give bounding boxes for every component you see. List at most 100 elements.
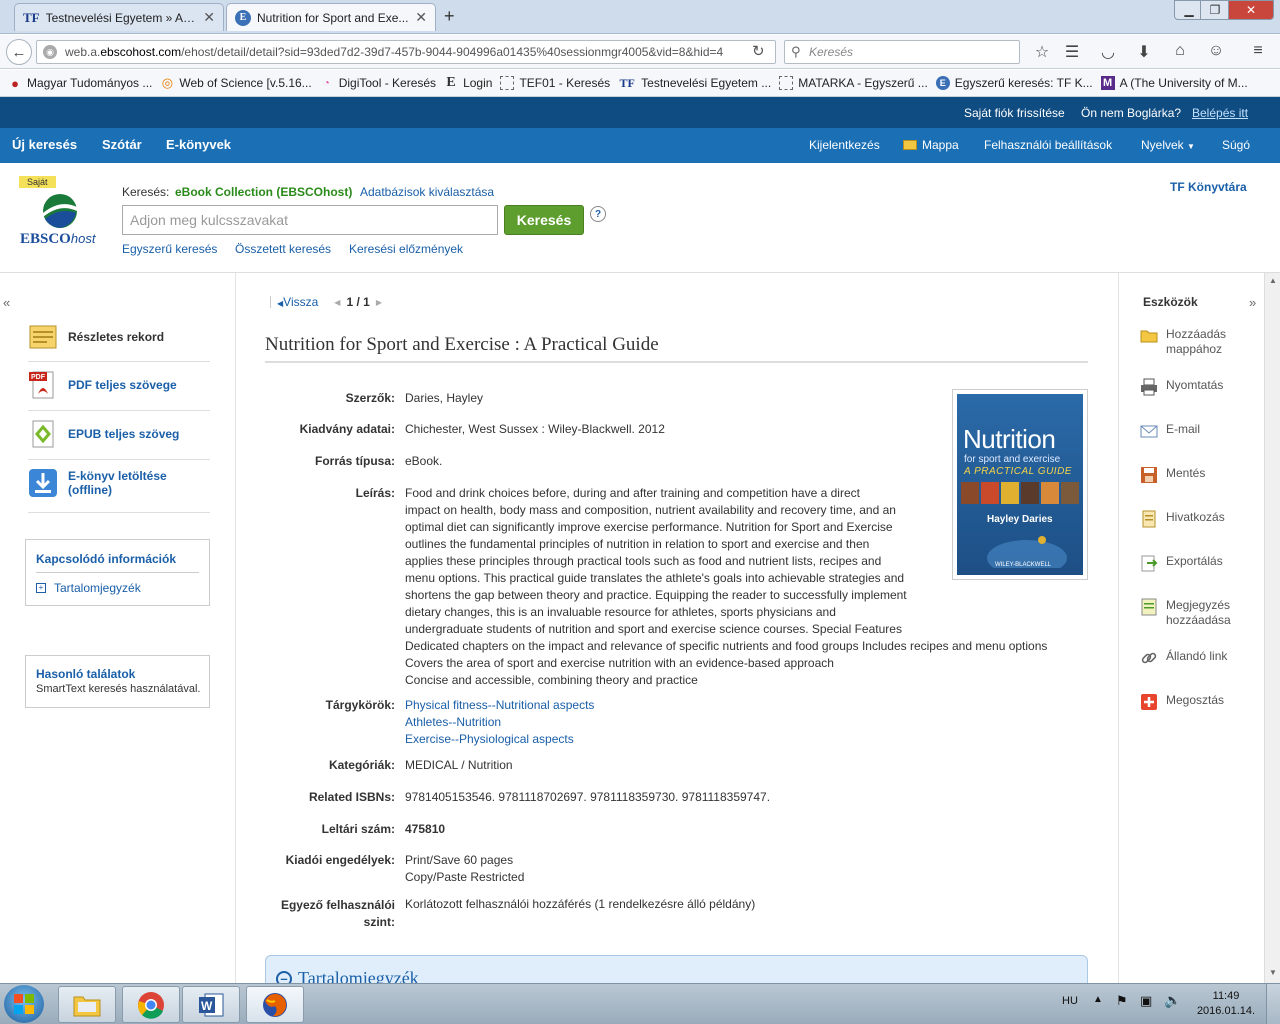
tool-email[interactable]: E-mail (1140, 422, 1270, 440)
bookmark-star-icon[interactable]: ☆ (1032, 42, 1052, 62)
advanced-search-link[interactable]: Összetett keresés (235, 242, 331, 256)
tool-save[interactable]: Mentés (1140, 466, 1270, 484)
scroll-down-icon[interactable]: ▼ (1267, 965, 1279, 981)
subject-link[interactable]: Exercise--Physiological aspects (405, 731, 594, 748)
subjects-label: Tárgykörök: (325, 698, 395, 712)
choose-databases-link[interactable]: Adatbázisok kiválasztása (360, 185, 494, 199)
taskbar-explorer[interactable] (58, 986, 116, 1023)
start-button[interactable] (4, 985, 44, 1023)
show-desktop-button[interactable] (1266, 984, 1280, 1024)
volume-icon[interactable]: 🔈 (1164, 992, 1181, 1009)
reload-icon[interactable]: ↻ (752, 42, 765, 60)
download-icon[interactable]: ⬇ (1134, 42, 1154, 62)
new-tab-icon[interactable]: + (444, 6, 455, 27)
categories-link[interactable]: MEDICAL / Nutrition (405, 757, 513, 774)
tool-add-to-folder[interactable]: Hozzáadás mappához (1140, 327, 1270, 357)
taskbar-word[interactable]: W (182, 986, 240, 1023)
epub-full-text-item[interactable]: EPUB teljes szöveg (28, 419, 210, 449)
search-icon: ⚲ (791, 44, 801, 59)
menu-icon[interactable]: ≡ (1248, 42, 1268, 60)
tf-icon: TF (619, 75, 635, 90)
detailed-record-item[interactable]: Részletes rekord (28, 322, 210, 352)
keyword-search-input[interactable]: Adjon meg kulcsszavakat (122, 205, 498, 235)
search-button[interactable]: Keresés (504, 205, 584, 235)
export-icon (1141, 555, 1158, 572)
bookmark-item[interactable]: ◔ DigiTool - Keresés (320, 76, 436, 90)
next-record-icon[interactable]: ▶ (376, 298, 382, 307)
browser-tab-1[interactable]: TF Testnevelési Egyetem » Ad... ✕ (14, 3, 224, 31)
permission-line: Copy/Paste Restricted (405, 870, 525, 884)
bookmark-label: Web of Science [v.5.16... (179, 76, 312, 90)
taskbar-firefox[interactable] (246, 986, 304, 1023)
library-name: TF Könyvtára (1170, 180, 1247, 194)
tool-export[interactable]: Exportálás (1140, 554, 1270, 572)
prev-record-icon[interactable]: ◀ (334, 298, 340, 307)
page-scrollbar[interactable]: ▲ ▼ (1264, 273, 1280, 983)
collapse-left-icon[interactable]: « (3, 295, 10, 310)
tool-permalink[interactable]: Állandó link (1140, 649, 1270, 667)
bookmark-item[interactable]: TF Testnevelési Egyetem ... (618, 75, 771, 91)
bookmark-item[interactable]: M A (The University of M... (1100, 76, 1248, 90)
tool-share[interactable]: Megosztás (1140, 693, 1270, 711)
menu-user-settings[interactable]: Felhasználói beállítások (984, 138, 1112, 152)
taskbar-chrome[interactable] (122, 986, 180, 1023)
pocket-icon[interactable]: ◡ (1098, 42, 1118, 62)
toc-link[interactable]: + Tartalomjegyzék (36, 581, 141, 595)
collapse-right-icon[interactable]: » (1249, 295, 1256, 310)
restore-icon[interactable]: ❐ (1200, 0, 1230, 20)
close-window-icon[interactable]: ✕ (1228, 0, 1274, 20)
back-icon[interactable]: ← (6, 39, 32, 65)
book-cover[interactable]: Nutrition for sport and exercise A PRACT… (952, 389, 1088, 580)
network-icon[interactable]: ▣ (1140, 993, 1152, 1009)
menu-new-search[interactable]: Új keresés (12, 137, 77, 152)
clock[interactable]: 11:49 2016.01.14. (1196, 989, 1256, 1019)
browser-search-placeholder: Keresés (809, 45, 854, 59)
subject-link[interactable]: Athletes--Nutrition (405, 714, 594, 731)
chat-icon[interactable]: ☺ (1206, 42, 1226, 60)
browser-search-box[interactable]: ⚲ Keresés (784, 40, 1020, 64)
menu-languages[interactable]: Nyelvek ▼ (1141, 138, 1195, 152)
related-info-title: Kapcsolódó információk (36, 552, 177, 566)
bookmark-item[interactable]: TEF01 - Keresés (500, 76, 610, 90)
login-link[interactable]: Belépés itt (1192, 106, 1248, 120)
refresh-account-link[interactable]: Saját fiók frissítése (964, 106, 1065, 120)
search-history-link[interactable]: Keresési előzmények (349, 242, 463, 256)
basic-search-link[interactable]: Egyszerű keresés (122, 242, 217, 256)
bookmark-item[interactable]: ● Magyar Tudományos ... (8, 76, 152, 91)
bookmark-item[interactable]: MATARKA - Egyszerű ... (779, 76, 928, 90)
similar-results-box[interactable]: Hasonló találatok SmartText keresés hasz… (25, 655, 210, 708)
menu-dictionary[interactable]: Szótár (102, 137, 142, 152)
close-tab-icon[interactable]: ✕ (415, 9, 427, 26)
pdf-full-text-item[interactable]: PDF PDF teljes szövege (28, 370, 210, 400)
ebsco-logo[interactable] (42, 193, 78, 232)
authors-link[interactable]: Daries, Hayley (405, 390, 483, 407)
bookmark-item[interactable]: E Egyszerű keresés: TF K... (935, 76, 1093, 90)
description-line: Covers the area of sport and exercise nu… (405, 656, 834, 670)
url-bar[interactable]: ◉ web.a. ebscohost.com/ehost/detail/detai… (36, 40, 776, 64)
menu-ebooks[interactable]: E-könyvek (166, 137, 231, 152)
scroll-up-icon[interactable]: ▲ (1267, 273, 1279, 289)
subject-link[interactable]: Physical fitness--Nutritional aspects (405, 697, 594, 714)
menu-logout[interactable]: Kijelentkezés (809, 138, 880, 152)
home-icon[interactable]: ⌂ (1170, 42, 1190, 60)
help-icon[interactable]: ? (590, 206, 606, 222)
tool-cite[interactable]: Hivatkozás (1140, 510, 1270, 528)
browser-tab-2[interactable]: E Nutrition for Sport and Exe... ✕ (226, 3, 436, 31)
menu-folder[interactable]: Mappa (903, 138, 959, 152)
reading-list-icon[interactable]: ☰ (1062, 42, 1082, 62)
bookmark-item[interactable]: E Login (444, 75, 492, 90)
back-link[interactable]: ◀Vissza (277, 295, 318, 309)
tray-expand-icon[interactable]: ▲ (1093, 994, 1103, 1005)
bookmark-item[interactable]: ◎ Web of Science [v.5.16... (160, 75, 312, 90)
note-icon (1141, 598, 1157, 616)
close-tab-icon[interactable]: ✕ (203, 9, 215, 26)
menu-help[interactable]: Súgó (1222, 138, 1250, 152)
not-user-link[interactable]: Ön nem Boglárka? (1081, 106, 1181, 120)
ebook-download-item[interactable]: E-könyv letöltése (offline) (28, 468, 210, 498)
tool-add-note[interactable]: Megjegyzés hozzáadása (1140, 598, 1270, 628)
tool-print[interactable]: Nyomtatás (1140, 378, 1270, 396)
keyboard-language[interactable]: HU (1062, 995, 1078, 1007)
flag-icon[interactable]: ⚑ (1116, 993, 1128, 1009)
m-icon: M (1100, 76, 1115, 90)
logo-bold: EBSCO (20, 231, 71, 247)
